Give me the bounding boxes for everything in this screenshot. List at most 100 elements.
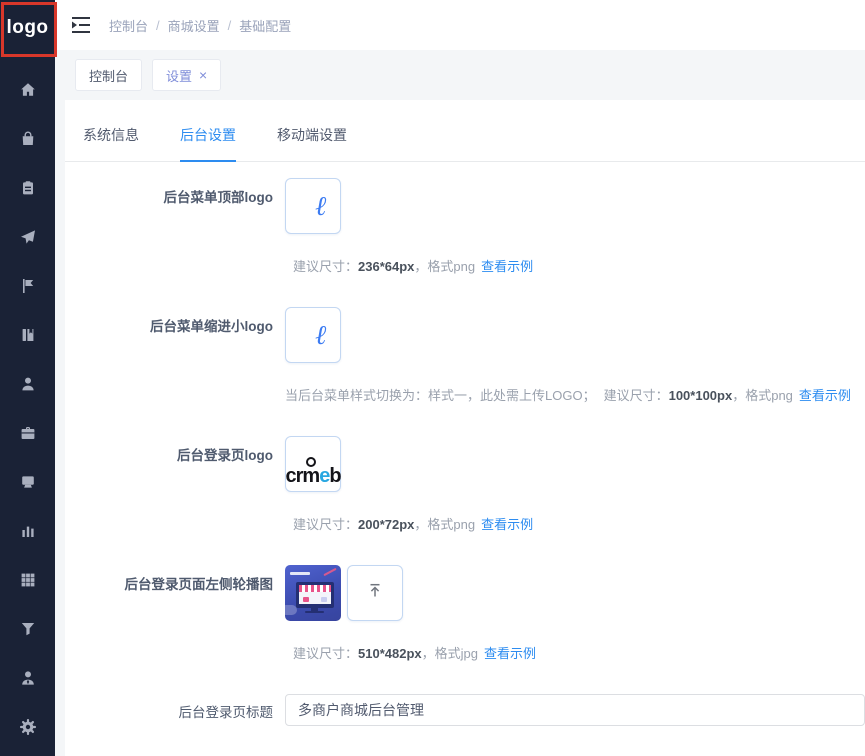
flag-icon	[19, 277, 37, 295]
sidebar-item-users[interactable]	[0, 359, 55, 408]
form-row-menu-small-logo: 后台菜单缩进小logo ℓ 当后台菜单样式切换为：样式一，此处需上传LOGO；建…	[65, 307, 865, 404]
briefcase-icon	[19, 424, 37, 442]
thumb-caption-bar	[290, 572, 310, 575]
crmeb-logo-part-b: b	[329, 465, 340, 487]
settings-tabs: 系统信息 后台设置 移动端设置	[65, 100, 865, 162]
sidebar-item-settings[interactable]	[0, 702, 55, 751]
sidebar-item-apps[interactable]	[0, 555, 55, 604]
close-icon[interactable]: ×	[199, 67, 207, 83]
sidebar-logo-text: logo	[6, 17, 48, 39]
thumb-monitor-base	[305, 611, 324, 613]
form-row-login-title: 后台登录页标题	[65, 694, 865, 726]
menu-collapse-button[interactable]	[70, 15, 92, 35]
tab-mobile-settings[interactable]: 移动端设置	[277, 125, 347, 162]
hint-prefix: 建议尺寸：	[293, 259, 358, 274]
upload-arrow-icon	[366, 582, 384, 605]
carousel-upload-button[interactable]	[347, 565, 403, 621]
breadcrumb-item-mall-settings[interactable]: 商城设置	[168, 16, 220, 35]
tag-chip-settings[interactable]: 设置 ×	[152, 59, 221, 91]
field-label: 后台菜单顶部logo	[65, 178, 285, 275]
tab-admin-settings[interactable]: 后台设置	[180, 125, 236, 162]
grid-icon	[19, 571, 37, 589]
view-example-link[interactable]: 查看示例	[481, 259, 533, 274]
field-label: 后台登录页面左侧轮播图	[65, 565, 285, 662]
menu-small-logo-upload[interactable]: ℓ	[285, 307, 341, 363]
view-example-link[interactable]: 查看示例	[484, 646, 536, 661]
sidebar: logo	[0, 0, 55, 756]
form-row-login-logo: 后台登录页logo crmeb 建议尺寸：200*72px，格式png 查看示例	[65, 436, 865, 533]
field-hint: 建议尺寸：200*72px，格式png 查看示例	[285, 514, 865, 533]
thumb-monitor-illustration	[296, 582, 334, 608]
admin-settings-form: 后台菜单顶部logo ℓ 建议尺寸：236*64px，格式png查看示例 后台菜…	[65, 162, 865, 726]
field-hint: 当后台菜单样式切换为：样式一，此处需上传LOGO；建议尺寸：100*100px，…	[285, 385, 865, 404]
thumb-shop-block	[303, 597, 309, 602]
home-icon	[19, 81, 37, 99]
breadcrumb: 控制台 / 商城设置 / 基础配置	[109, 16, 291, 35]
screen-icon	[19, 473, 37, 491]
hint-size: 510*482px	[358, 646, 422, 661]
crmeb-logo-part-e: e	[319, 465, 329, 487]
hint-suffix: ，格式png	[732, 388, 793, 403]
breadcrumb-separator: /	[228, 18, 232, 33]
thumb-shop-block	[321, 597, 327, 602]
thumb-awning	[299, 585, 331, 592]
sidebar-logo[interactable]: logo	[0, 0, 55, 55]
crmeb-ring-icon	[306, 457, 316, 467]
field-control: crmeb 建议尺寸：200*72px，格式png 查看示例	[285, 436, 865, 533]
user-icon	[19, 375, 37, 393]
field-label: 后台登录页logo	[65, 436, 285, 533]
top-header: 控制台 / 商城设置 / 基础配置	[55, 0, 865, 50]
sidebar-item-marketing[interactable]	[0, 212, 55, 261]
sidebar-item-products[interactable]	[0, 114, 55, 163]
field-control: ℓ 当后台菜单样式切换为：样式一，此处需上传LOGO；建议尺寸：100*100p…	[285, 307, 865, 404]
field-hint: 建议尺寸：236*64px，格式png查看示例	[285, 256, 865, 275]
sidebar-item-device[interactable]	[0, 457, 55, 506]
field-hint: 建议尺寸：510*482px，格式jpg查看示例	[285, 643, 865, 662]
hint-prefix: 建议尺寸：	[293, 517, 358, 532]
breadcrumb-item-console[interactable]: 控制台	[109, 16, 148, 35]
breadcrumb-item-basic-config: 基础配置	[239, 16, 291, 35]
tab-system-info[interactable]: 系统信息	[83, 125, 139, 162]
field-label: 后台登录页标题	[65, 694, 285, 726]
thumb-screen	[299, 585, 331, 604]
shopping-bag-icon	[19, 130, 37, 148]
field-control	[285, 694, 865, 726]
bar-chart-icon	[19, 522, 37, 540]
tag-chip-settings-label: 设置	[166, 66, 192, 85]
hint-size: 200*72px	[358, 517, 414, 532]
sidebar-item-home[interactable]	[0, 65, 55, 114]
view-example-link[interactable]: 查看示例	[481, 517, 533, 532]
sidebar-item-orders[interactable]	[0, 163, 55, 212]
hint-note: 当后台菜单样式切换为：样式一，此处需上传LOGO；	[285, 388, 596, 403]
settings-card: 系统信息 后台设置 移动端设置 后台菜单顶部logo ℓ 建议尺寸：236*64…	[65, 100, 865, 756]
sidebar-item-merchants[interactable]	[0, 408, 55, 457]
sidebar-item-statistics[interactable]	[0, 506, 55, 555]
hint-size: 236*64px	[358, 259, 414, 274]
carousel-image-thumbnail[interactable]	[285, 565, 341, 621]
menu-fold-icon	[71, 16, 91, 34]
tag-chip-console[interactable]: 控制台	[75, 59, 142, 91]
menu-top-logo-upload[interactable]: ℓ	[285, 178, 341, 234]
uploaded-logo-image: ℓ	[315, 322, 327, 349]
send-icon	[19, 228, 37, 246]
crmeb-logo-image: crmeb	[285, 466, 340, 486]
opened-tags-bar: 控制台 设置 ×	[55, 50, 865, 100]
login-logo-upload[interactable]: crmeb	[285, 436, 341, 492]
sidebar-item-account[interactable]	[0, 653, 55, 702]
crmeb-logo-part: m	[302, 466, 319, 486]
hint-suffix: ，格式png	[414, 517, 475, 532]
uploaded-logo-image: ℓ	[315, 193, 327, 220]
filter-icon	[19, 620, 37, 638]
hint-size: 100*100px	[669, 388, 733, 403]
sidebar-item-content[interactable]	[0, 310, 55, 359]
sidebar-item-filter[interactable]	[0, 604, 55, 653]
field-control: 建议尺寸：510*482px，格式jpg查看示例	[285, 565, 865, 662]
gear-icon	[19, 718, 37, 736]
carousel-upload-group	[285, 565, 865, 621]
login-title-input[interactable]	[285, 694, 865, 726]
view-example-link[interactable]: 查看示例	[799, 388, 851, 403]
clipboard-icon	[19, 179, 37, 197]
hint-suffix: ，格式jpg	[422, 646, 478, 661]
crmeb-logo-part: cr	[285, 465, 302, 487]
sidebar-item-activity[interactable]	[0, 261, 55, 310]
